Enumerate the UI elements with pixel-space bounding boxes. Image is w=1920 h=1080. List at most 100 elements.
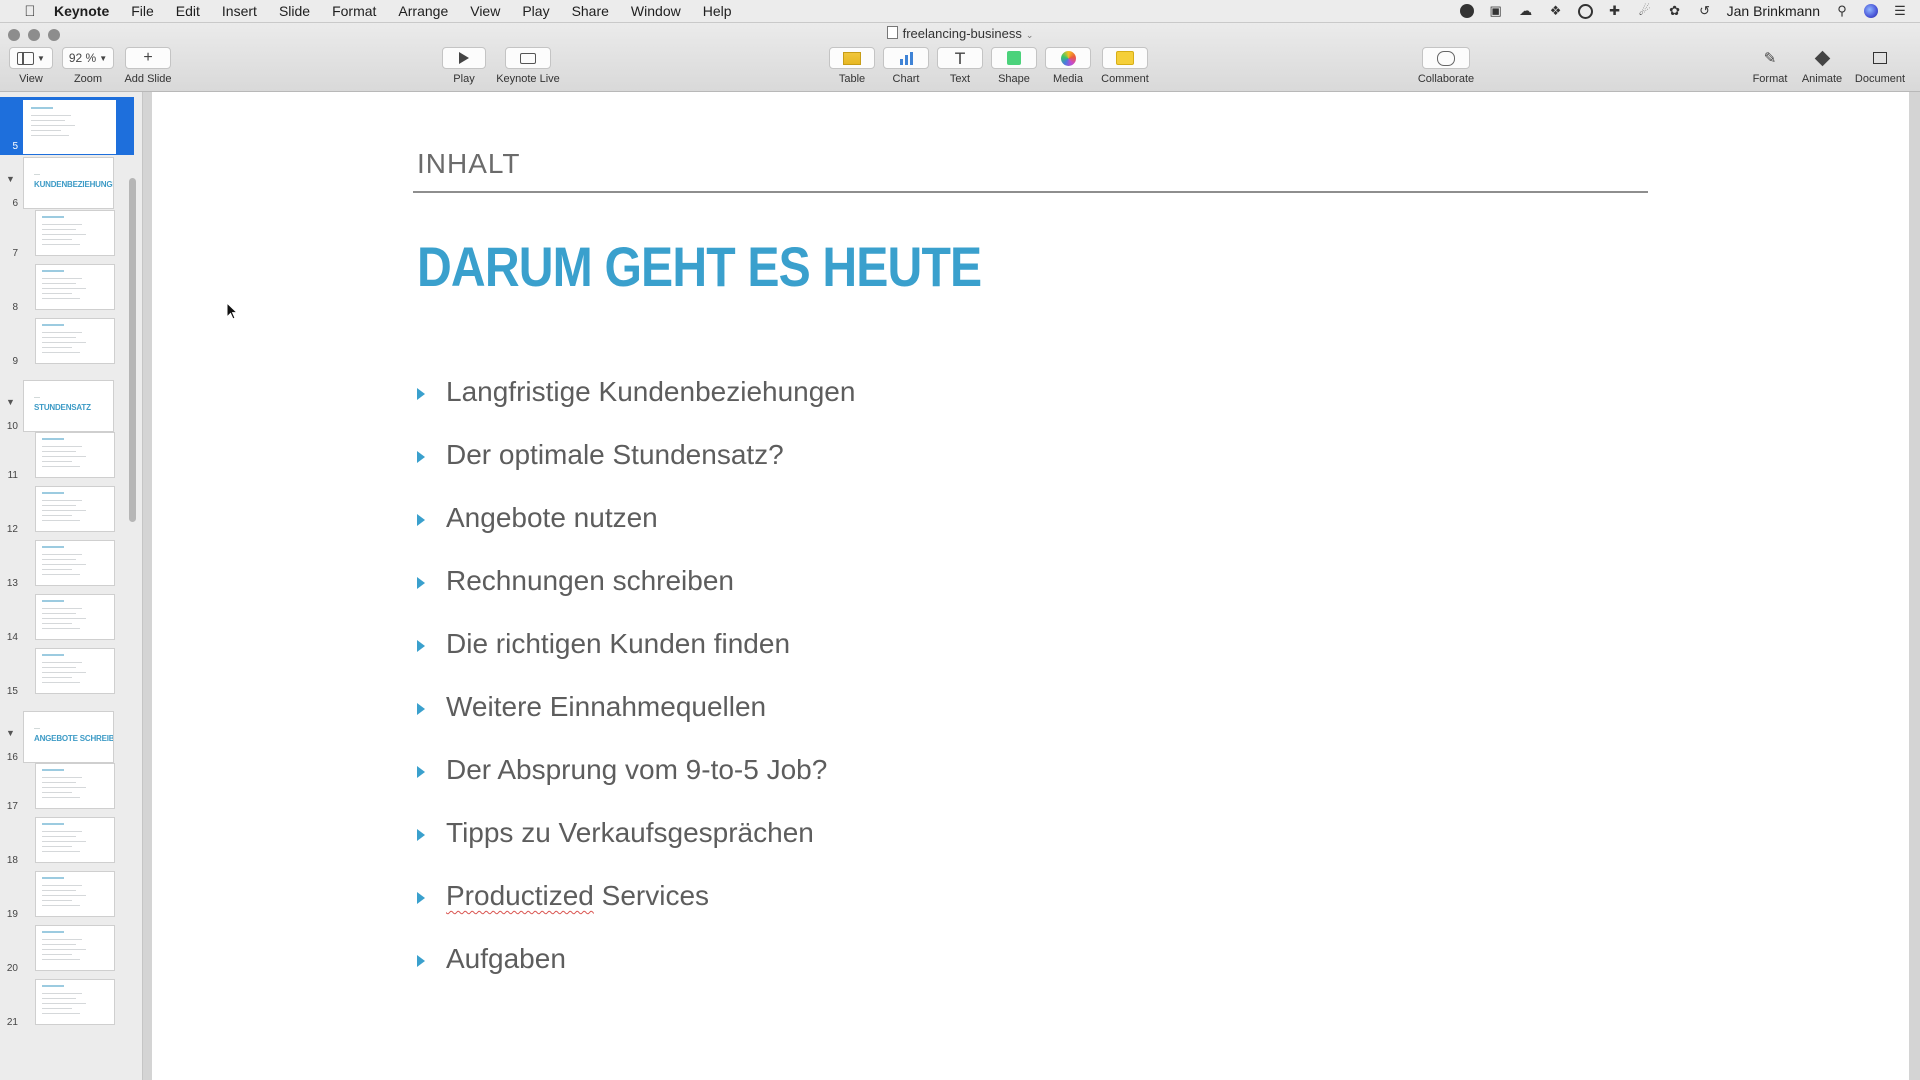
- slide-thumbnail-10[interactable]: 10 ▼ — STUNDENSATZ: [0, 377, 134, 435]
- slide-thumbnail-12[interactable]: 12: [0, 484, 134, 535]
- notification-center-icon[interactable]: ☰: [1892, 4, 1908, 18]
- thumbnail-text-line: [42, 546, 64, 548]
- document-title[interactable]: freelancing-business ⌄: [0, 26, 1920, 41]
- bullet-item[interactable]: Aufgaben: [417, 939, 566, 979]
- insert-shape-button[interactable]: Shape: [990, 47, 1038, 85]
- bullet-item[interactable]: Tipps zu Verkaufsgesprächen: [417, 813, 814, 853]
- slide-thumbnail-19[interactable]: 19: [0, 869, 134, 920]
- screen-capture-icon[interactable]: ▣: [1488, 4, 1504, 18]
- thumbnail-preview: — ANGEBOTE SCHREIBEN: [23, 711, 114, 763]
- thumbnail-text-line: [42, 769, 64, 771]
- slide-thumbnail-14[interactable]: 14: [0, 592, 134, 643]
- menu-arrange[interactable]: Arrange: [398, 3, 448, 19]
- bullet-arrow-icon: [417, 766, 425, 778]
- format-button[interactable]: ✎ Format: [1748, 47, 1792, 85]
- collapse-triangle-icon[interactable]: ▼: [6, 728, 15, 738]
- menu-view[interactable]: View: [470, 3, 500, 19]
- user-name[interactable]: Jan Brinkmann: [1727, 3, 1820, 19]
- collapse-triangle-icon[interactable]: ▼: [6, 174, 15, 184]
- slide-number: 14: [6, 632, 18, 643]
- menu-play[interactable]: Play: [522, 3, 549, 19]
- thumbnail-text-line: [42, 342, 86, 343]
- insert-text-button[interactable]: T Text: [936, 47, 984, 85]
- slide-number: 19: [6, 909, 18, 920]
- onepassword-icon[interactable]: [1577, 3, 1593, 19]
- apple-menu-icon[interactable]: : [20, 3, 40, 20]
- bullet-item[interactable]: Productized Services: [417, 876, 709, 916]
- thumbnail-preview: — KUNDENBEZIEHUNGEN: [23, 157, 114, 209]
- thumbnail-text-line: [42, 293, 72, 294]
- slide-thumbnail-18[interactable]: 18: [0, 815, 134, 866]
- bullet-item[interactable]: Rechnungen schreiben: [417, 561, 734, 601]
- navigator-scrollbar[interactable]: [129, 178, 136, 522]
- thumbnail-kicker: —: [34, 395, 40, 401]
- mouse-cursor-icon: [226, 302, 238, 320]
- slide-thumbnail-5[interactable]: 5: [0, 97, 134, 155]
- dropbox-icon[interactable]: ❖: [1548, 4, 1564, 18]
- slide-navigator[interactable]: 56▼—KUNDENBEZIEHUNGEN78910▼—STUNDENSATZ1…: [0, 92, 143, 1080]
- add-slide-label: Add Slide: [124, 73, 172, 85]
- view-button[interactable]: ▼ View: [8, 47, 54, 85]
- menu-slide[interactable]: Slide: [279, 3, 310, 19]
- keynote-live-button[interactable]: Keynote Live: [492, 47, 564, 85]
- slide-thumbnail-16[interactable]: 16▼—ANGEBOTE SCHREIBEN: [0, 708, 134, 766]
- creative-cloud-icon[interactable]: ☁: [1518, 4, 1534, 18]
- slide-thumbnail-8[interactable]: 8: [0, 262, 134, 313]
- bullet-item[interactable]: Der optimale Stundensatz?: [417, 435, 784, 475]
- thumbnail-text-line: [42, 239, 72, 240]
- bullet-item[interactable]: Die richtigen Kunden finden: [417, 624, 790, 664]
- insert-chart-button[interactable]: Chart: [882, 47, 930, 85]
- insert-comment-button[interactable]: Comment: [1096, 47, 1154, 85]
- bullet-item[interactable]: Angebote nutzen: [417, 498, 658, 538]
- menu-app-keynote[interactable]: Keynote: [54, 3, 109, 19]
- slide-thumbnail-6[interactable]: 6▼—KUNDENBEZIEHUNGEN: [0, 154, 134, 212]
- insert-media-button[interactable]: Media: [1044, 47, 1092, 85]
- menu-format[interactable]: Format: [332, 3, 376, 19]
- evernote-icon[interactable]: ✿: [1667, 4, 1683, 18]
- animate-icon: [1814, 50, 1830, 66]
- menu-help[interactable]: Help: [703, 3, 732, 19]
- menu-share[interactable]: Share: [572, 3, 609, 19]
- slide-number: 7: [12, 248, 18, 259]
- bullet-item[interactable]: Weitere Einnahmequellen: [417, 687, 766, 727]
- slide-thumbnail-20[interactable]: 20: [0, 923, 134, 974]
- menu-window[interactable]: Window: [631, 3, 681, 19]
- slide-thumbnail-13[interactable]: 13: [0, 538, 134, 589]
- document-button[interactable]: Document: [1852, 47, 1908, 85]
- recording-icon[interactable]: [1459, 4, 1474, 18]
- slide-thumbnail-7[interactable]: 7: [0, 208, 134, 259]
- notification-icon[interactable]: ☄: [1637, 4, 1653, 18]
- plugin-icon[interactable]: ✚: [1607, 4, 1623, 18]
- insert-table-button[interactable]: Table: [828, 47, 876, 85]
- slide-thumbnail-21[interactable]: 21: [0, 977, 134, 1028]
- bullet-item[interactable]: Langfristige Kundenbeziehungen: [417, 372, 855, 412]
- collaborate-label: Collaborate: [1417, 73, 1475, 85]
- thumbnail-text-line: [31, 135, 69, 136]
- zoom-dropdown[interactable]: 92 % ▼ Zoom: [62, 47, 114, 85]
- add-slide-button[interactable]: + Add Slide: [122, 47, 174, 85]
- slide-thumbnail-9[interactable]: 9: [0, 316, 134, 367]
- menu-edit[interactable]: Edit: [176, 3, 200, 19]
- menu-file[interactable]: File: [131, 3, 154, 19]
- slide-thumbnail-17[interactable]: 17: [0, 761, 134, 812]
- collaborate-button[interactable]: Collaborate: [1414, 47, 1478, 85]
- slide-thumbnail-15[interactable]: 15: [0, 646, 134, 697]
- thumbnail-text-line: [42, 823, 64, 825]
- collapse-triangle-icon[interactable]: ▼: [6, 397, 15, 407]
- animate-button[interactable]: Animate: [1798, 47, 1846, 85]
- slide-title[interactable]: DARUM GEHT ES HEUTE: [417, 234, 982, 299]
- slide-thumbnail-11[interactable]: 11: [0, 430, 134, 481]
- slide-canvas[interactable]: INHALT DARUM GEHT ES HEUTE Langfristige …: [152, 92, 1909, 1080]
- slide-heading[interactable]: INHALT: [417, 148, 521, 180]
- thumbnail-text-line: [42, 332, 82, 333]
- bullet-item[interactable]: Der Absprung vom 9-to-5 Job?: [417, 750, 827, 790]
- play-button[interactable]: Play: [441, 47, 487, 85]
- menu-insert[interactable]: Insert: [222, 3, 257, 19]
- menu-bar:  Keynote File Edit Insert Slide Format …: [0, 0, 1920, 23]
- siri-icon[interactable]: [1864, 4, 1878, 18]
- play-label: Play: [453, 73, 475, 85]
- table-icon: [843, 51, 861, 65]
- time-machine-icon[interactable]: ↺: [1697, 4, 1713, 18]
- spotlight-search-icon[interactable]: ⚲: [1834, 4, 1850, 18]
- slide-canvas-area[interactable]: INHALT DARUM GEHT ES HEUTE Langfristige …: [143, 92, 1920, 1080]
